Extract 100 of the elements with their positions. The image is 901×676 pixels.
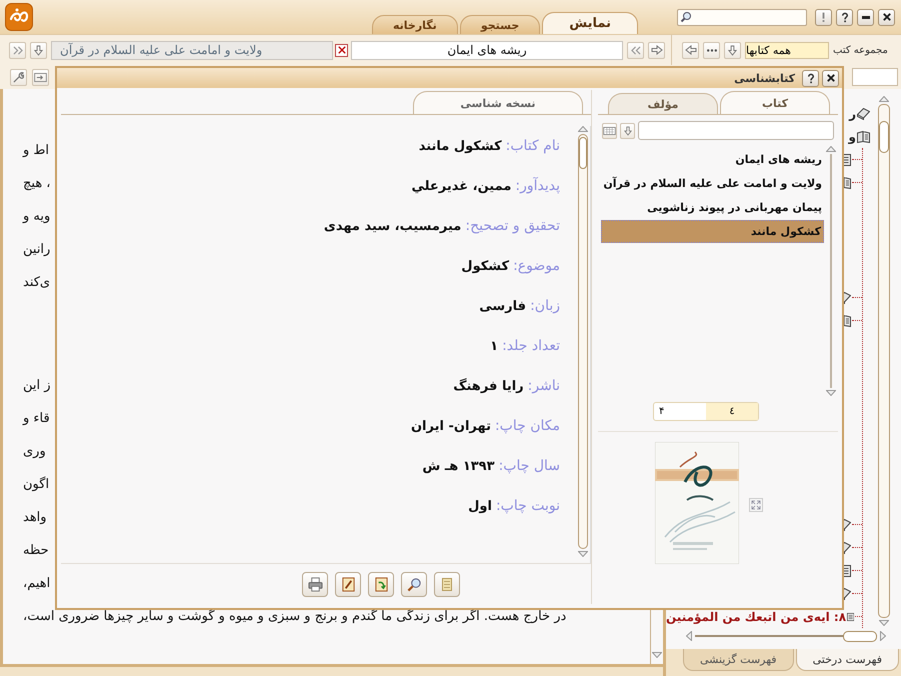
text-line: اگون xyxy=(23,476,50,494)
book-tab[interactable]: ریشه های ایمان xyxy=(351,40,623,60)
scroll-down-icon[interactable] xyxy=(578,551,588,557)
details-tab[interactable]: نسخه شناسی xyxy=(413,91,583,114)
scroll-thumb[interactable] xyxy=(843,630,877,642)
text-line: وری xyxy=(23,443,46,461)
help-button[interactable] xyxy=(836,8,853,26)
wrench-icon xyxy=(13,72,24,82)
text-line: در خارج هست. اگر برای زندگی ما گندم و برنج و سبزی و میوه و گوشت و سایر چیزها ضروری است، xyxy=(23,608,566,626)
scroll-up-icon[interactable] xyxy=(578,126,588,132)
edit-button[interactable] xyxy=(335,572,361,596)
ellipsis-icon xyxy=(706,48,716,52)
book-list-item[interactable]: ولایت و امامت علی علیه السلام در قرآن xyxy=(601,172,824,196)
search-field[interactable] xyxy=(677,8,807,26)
exclamation-icon xyxy=(822,12,825,22)
open-book-icon xyxy=(857,130,870,142)
help-icon xyxy=(808,72,814,84)
close-tab-button[interactable] xyxy=(335,44,348,56)
book-list-item[interactable]: پیمان مهربانی در پیوند زناشویی xyxy=(601,196,824,220)
refresh-button[interactable] xyxy=(368,572,394,596)
field-value: کشکول xyxy=(461,258,510,274)
field-value: اول xyxy=(468,498,492,514)
right-arrow-icon xyxy=(650,45,662,55)
app-tab[interactable]: نمایش xyxy=(542,12,638,34)
down-arrow-icon xyxy=(624,126,632,136)
prev-arrow-button[interactable] xyxy=(682,42,699,58)
field-value: ممین، غدیرعلي xyxy=(411,178,512,194)
book-list-item[interactable]: کشکول مانند xyxy=(601,220,824,243)
book-search-field[interactable] xyxy=(638,121,834,140)
close-button[interactable] xyxy=(822,70,839,86)
expand-icon[interactable] xyxy=(749,498,763,512)
field-label: پدیدآور: xyxy=(515,178,560,194)
field-value: فارسی xyxy=(479,298,526,314)
field-label: موضوع: xyxy=(513,258,560,274)
down-arrow-icon xyxy=(728,44,737,56)
scroll-up-icon[interactable] xyxy=(879,96,889,102)
keyboard-button[interactable] xyxy=(602,122,617,138)
text-line: واهد xyxy=(23,509,47,527)
list-tab[interactable]: فهرست گزینشی xyxy=(682,649,794,671)
library-label: مجموعه کتب xyxy=(833,44,888,56)
app-logo-icon xyxy=(5,3,33,31)
left-arrow-icon xyxy=(684,45,696,55)
app-tab[interactable]: نگارخانه xyxy=(372,15,458,34)
scroll-left-icon[interactable] xyxy=(686,631,692,641)
book-list-item[interactable]: ریشه های ایمان xyxy=(601,148,824,172)
field-label: سال چاپ: xyxy=(498,458,560,474)
search-tab[interactable]: کتاب xyxy=(720,91,830,114)
scroll-down-icon[interactable] xyxy=(826,390,836,396)
scroll-thumb[interactable] xyxy=(579,137,587,169)
text-line: ویه و xyxy=(23,208,50,226)
more-button[interactable] xyxy=(703,42,720,58)
print-button[interactable] xyxy=(302,572,328,596)
field-label: مکان چاپ: xyxy=(494,418,560,434)
down-arrow-button[interactable] xyxy=(30,42,47,58)
help-icon xyxy=(842,12,848,22)
list-tab[interactable]: فهرست درختی xyxy=(796,649,899,671)
field-label: تعداد جلد: xyxy=(502,338,560,354)
down-arrow-button[interactable] xyxy=(620,122,635,138)
field-value: رایا فرهنگ xyxy=(453,378,524,394)
page-icon xyxy=(847,610,854,622)
search-button[interactable] xyxy=(401,572,427,596)
scroll-thumb[interactable] xyxy=(879,121,889,153)
app-tab[interactable]: جستجو xyxy=(460,15,540,34)
search-icon xyxy=(680,11,692,23)
close-icon xyxy=(882,13,890,21)
down-arrow-button[interactable] xyxy=(724,42,741,58)
tree-item[interactable]: ۸: ایه‌ی من اتبعك من المؤمنین xyxy=(666,610,846,624)
tree-item[interactable]: و xyxy=(848,130,856,144)
minimize-icon xyxy=(862,16,870,18)
field-label: نام کتاب: xyxy=(506,138,560,154)
help-button[interactable] xyxy=(802,70,819,86)
text-line: رانین xyxy=(23,241,50,259)
next-arrow-button[interactable] xyxy=(648,42,665,58)
double-chevron-icon xyxy=(630,46,640,54)
scroll-up-icon[interactable] xyxy=(826,146,836,152)
minimize-button[interactable] xyxy=(857,8,874,26)
notepad-icon xyxy=(442,578,452,590)
text-line: اط و xyxy=(23,142,50,160)
scroll-down-icon[interactable] xyxy=(652,652,662,658)
export-icon xyxy=(34,72,47,82)
field-value: ۱ xyxy=(490,338,498,354)
scroll-down-icon[interactable] xyxy=(879,620,889,626)
search-icon xyxy=(406,576,422,592)
close-button[interactable] xyxy=(878,8,895,26)
book-tab[interactable]: ولایت و امامت علی علیه السلام در قرآن xyxy=(51,40,333,60)
notes-button[interactable] xyxy=(434,572,460,596)
filter-field[interactable] xyxy=(852,68,898,86)
back-double-button[interactable] xyxy=(627,42,644,58)
scroll-right-icon[interactable] xyxy=(880,631,886,641)
library-dropdown[interactable]: همه کتابها xyxy=(745,42,829,58)
wrench-button[interactable] xyxy=(10,68,27,86)
text-line: حظه xyxy=(23,542,49,560)
export-button[interactable] xyxy=(32,68,49,86)
search-tab[interactable]: مؤلف xyxy=(608,93,718,114)
book-icon xyxy=(857,108,870,120)
field-label: ناشر: xyxy=(528,378,560,394)
field-label: زبان: xyxy=(530,298,560,314)
field-value: ۱۳۹۳ هـ ش xyxy=(422,458,495,474)
tree-item[interactable]: ر xyxy=(849,106,856,120)
forward-double-button[interactable] xyxy=(9,42,26,58)
